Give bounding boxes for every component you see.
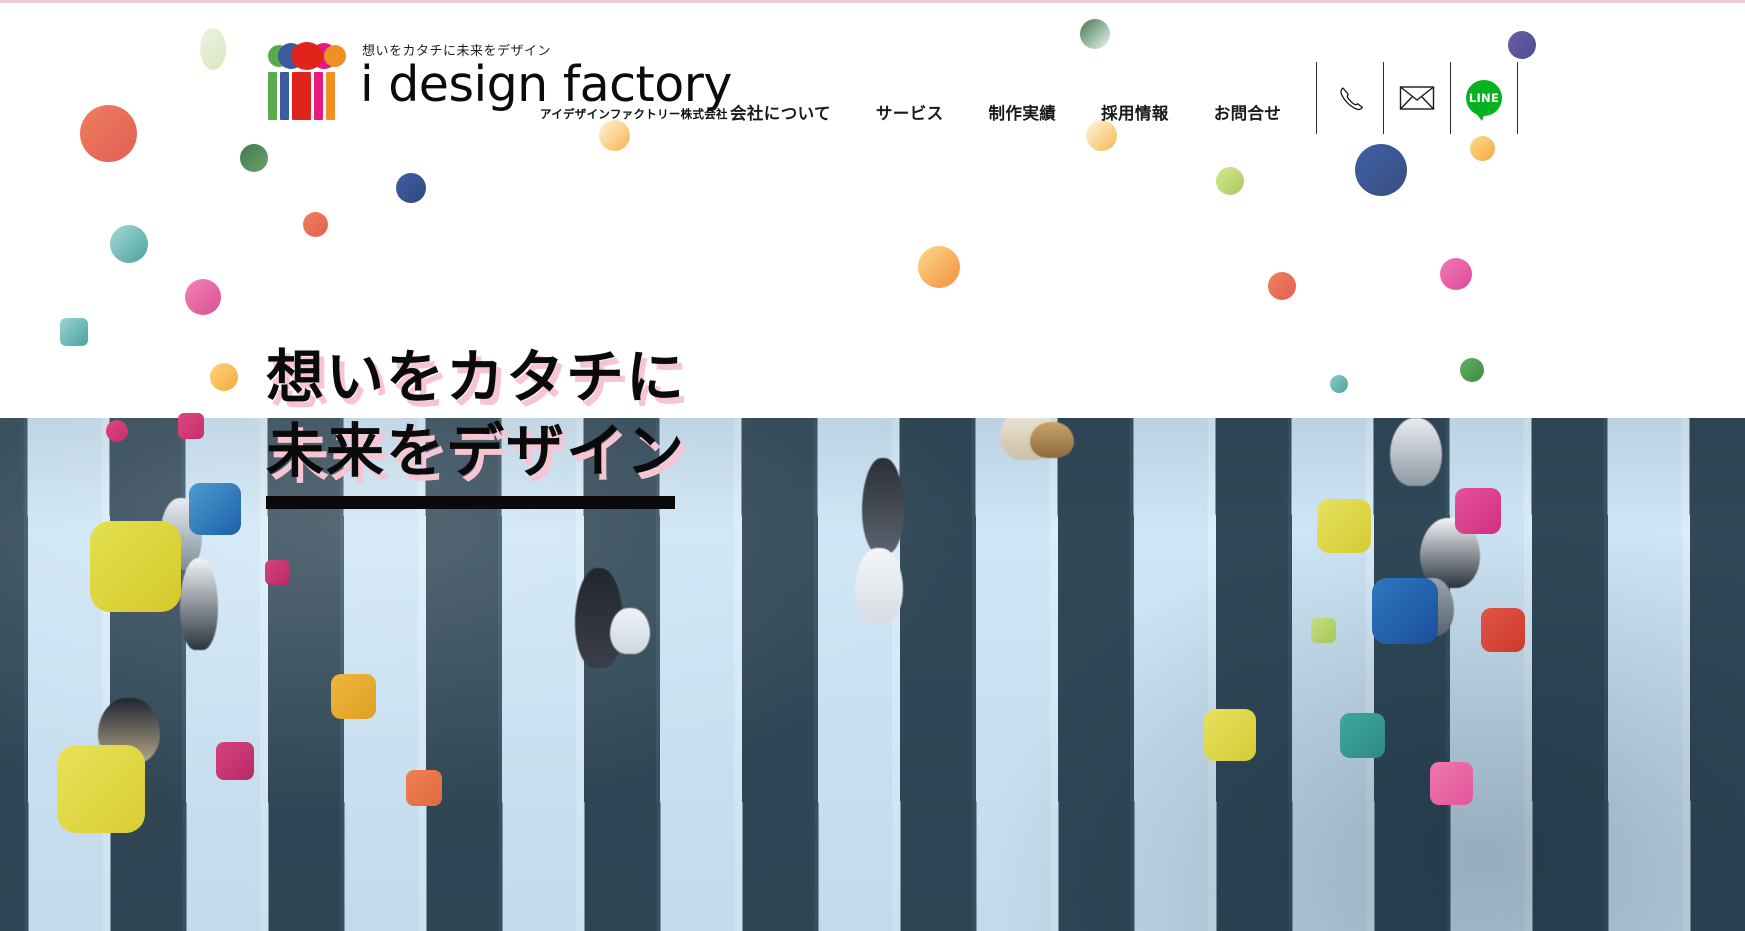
brand-name: i design factory bbox=[360, 56, 732, 113]
sq-magenta-small bbox=[265, 560, 290, 585]
left-edge-strip bbox=[0, 62, 4, 310]
dot-navy-small bbox=[396, 173, 426, 203]
logo[interactable]: 想いをカタチに未来をデザイン i design factory アイデザインファ… bbox=[268, 42, 732, 121]
site-header: 想いをカタチに未来をデザイン i design factory アイデザインファ… bbox=[0, 0, 1745, 150]
dot-pink-mid bbox=[185, 279, 221, 315]
sq-magenta-bl bbox=[216, 742, 254, 780]
contact-icon-group: LINE bbox=[1316, 62, 1518, 134]
top-accent-rule bbox=[0, 0, 1745, 3]
hero-line-2: 未来をデザイン bbox=[266, 417, 687, 485]
dot-lime-right bbox=[1216, 167, 1244, 195]
line-label: LINE bbox=[1468, 91, 1500, 105]
mail-icon bbox=[1399, 86, 1435, 110]
sq-red-right bbox=[1481, 608, 1525, 652]
pedestrian-figure bbox=[1390, 418, 1442, 486]
pedestrian-figure bbox=[1030, 422, 1074, 458]
divider bbox=[1517, 62, 1518, 134]
nav-item-works[interactable]: 制作実績 bbox=[989, 100, 1057, 124]
hero-underline-rule bbox=[266, 496, 675, 509]
dot-green-far bbox=[1460, 358, 1484, 382]
line-button[interactable]: LINE bbox=[1451, 62, 1517, 134]
hero-copy: 想いをカタチに 未来をデザイン bbox=[266, 340, 686, 509]
sq-orange-bl bbox=[406, 770, 442, 806]
logo-circles-icon bbox=[268, 42, 346, 70]
nav-item-careers[interactable]: 採用情報 bbox=[1101, 100, 1169, 124]
dot-pink-far bbox=[1440, 258, 1472, 290]
dot-pink-upper bbox=[106, 420, 128, 442]
line-icon: LINE bbox=[1466, 80, 1502, 121]
page-title: 想いをカタチに 未来をデザイン bbox=[266, 340, 686, 488]
logo-bars-icon bbox=[268, 72, 335, 120]
nav-item-service[interactable]: サービス bbox=[876, 100, 944, 124]
pedestrian-figure bbox=[862, 458, 904, 554]
sq-yellow-br bbox=[1204, 709, 1256, 761]
mail-button[interactable] bbox=[1384, 62, 1450, 134]
dot-navy-large bbox=[1355, 144, 1407, 196]
left-edge-strip bbox=[0, 0, 4, 62]
sq-blue-mid bbox=[189, 483, 241, 535]
sq-yellow-bl bbox=[57, 745, 145, 833]
sq-lime-right bbox=[1311, 618, 1336, 643]
nav-item-contact[interactable]: お問合せ bbox=[1214, 100, 1282, 124]
dot-coral-right bbox=[1268, 272, 1296, 300]
logo-text: 想いをカタチに未来をデザイン i design factory アイデザインファ… bbox=[360, 42, 732, 121]
phone-button[interactable] bbox=[1317, 62, 1383, 134]
main-navigation: 会社について サービス 制作実績 採用情報 お問合せ bbox=[730, 100, 1281, 124]
sq-yellow-large bbox=[90, 521, 181, 612]
sq-pink-br bbox=[1430, 762, 1473, 805]
pedestrian-figure bbox=[855, 548, 903, 624]
dot-teal-far bbox=[1330, 375, 1348, 393]
dot-amber-mid bbox=[918, 246, 960, 288]
sq-pink-top bbox=[178, 413, 204, 439]
sq-teal-small bbox=[60, 318, 88, 346]
logo-mark-icon bbox=[268, 42, 346, 120]
brand-subtitle: アイデザインファクトリー株式会社 bbox=[539, 107, 728, 122]
phone-icon bbox=[1340, 87, 1364, 111]
sq-blue-right bbox=[1372, 578, 1438, 644]
dot-coral-mid bbox=[303, 212, 328, 237]
pedestrian-figure bbox=[610, 608, 650, 654]
sq-pink-right bbox=[1455, 488, 1501, 534]
pedestrian-figure bbox=[180, 558, 218, 650]
sq-amber-mid bbox=[331, 674, 376, 719]
sq-teal-br bbox=[1340, 713, 1385, 758]
dot-amber-small bbox=[210, 363, 238, 391]
page-root: 想いをカタチに未来をデザイン i design factory アイデザインファ… bbox=[0, 0, 1745, 931]
hero-line-1: 想いをカタチに bbox=[266, 343, 687, 411]
nav-item-about[interactable]: 会社について bbox=[730, 100, 831, 124]
sq-yellow-right bbox=[1317, 499, 1371, 553]
dot-teal-mid bbox=[110, 225, 148, 263]
